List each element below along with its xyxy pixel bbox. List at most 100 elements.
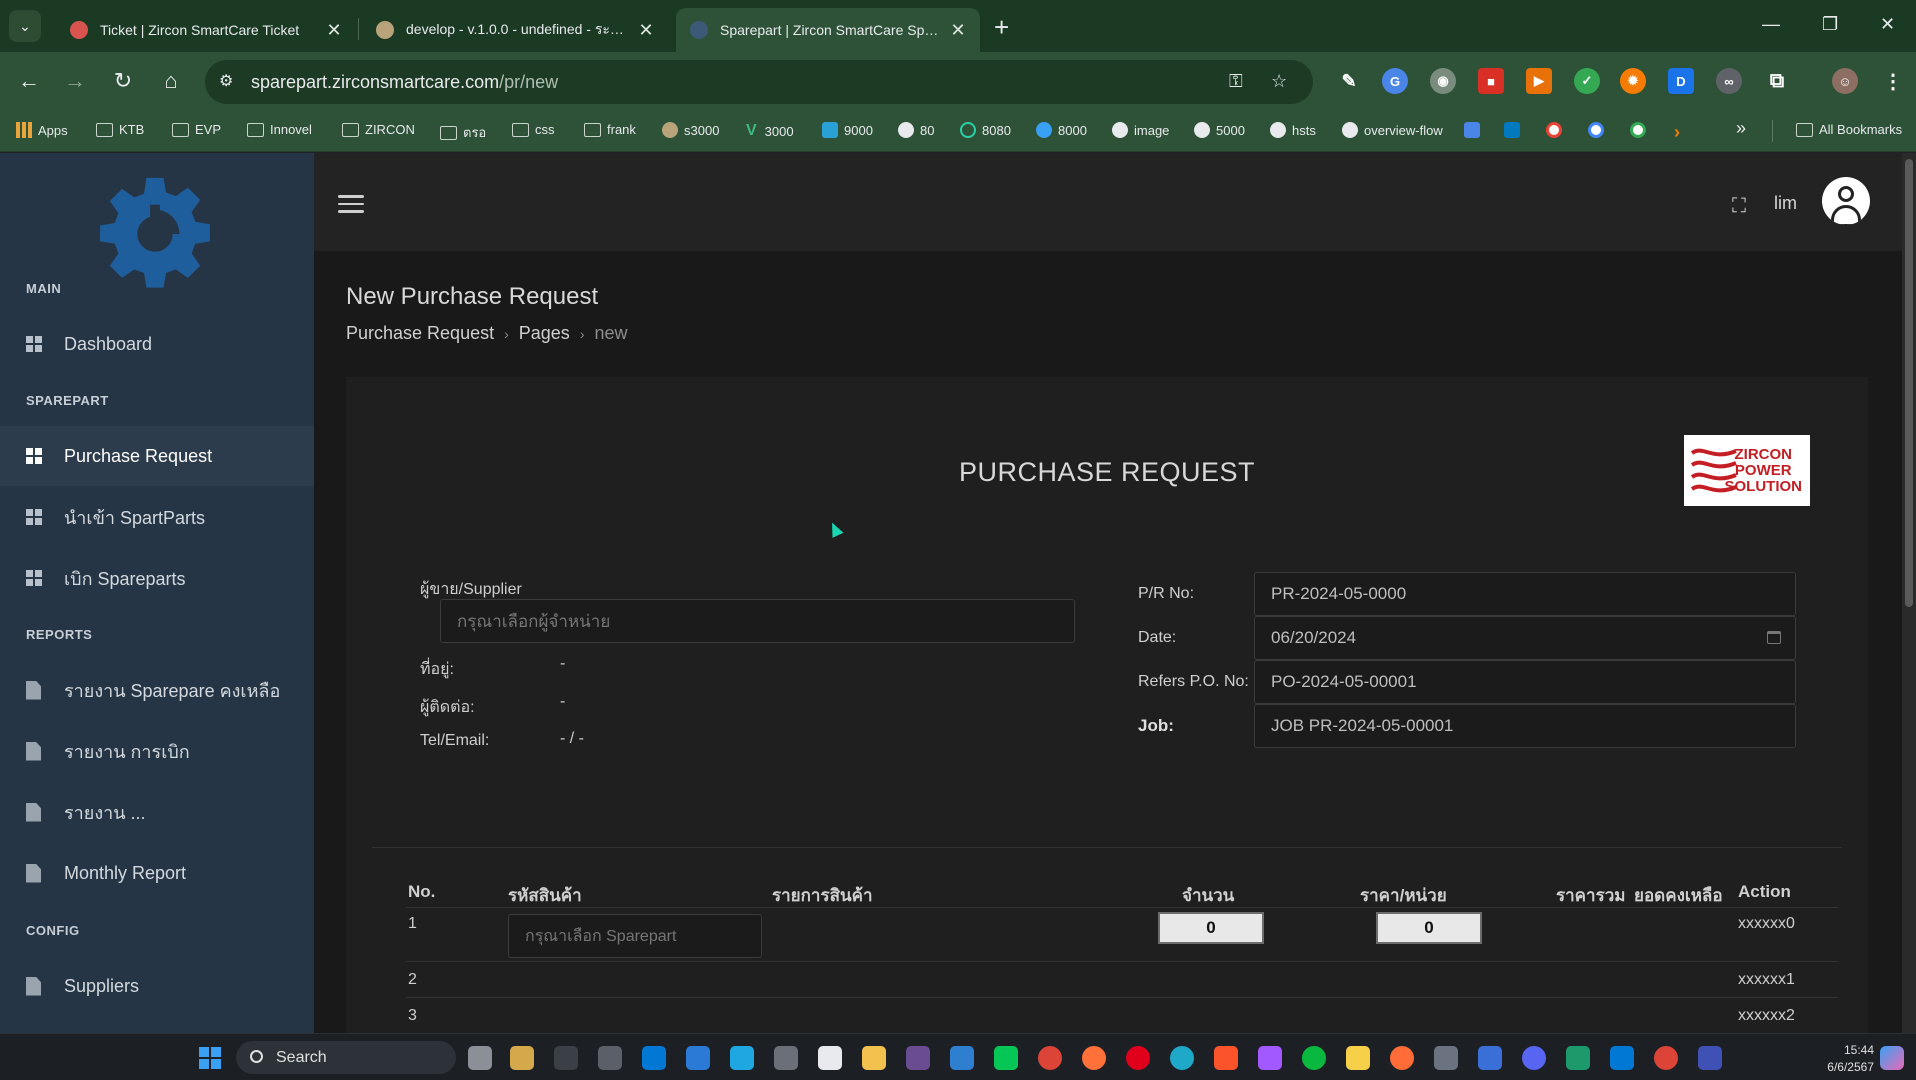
row-action[interactable]: xxxxxx0	[1738, 915, 1795, 933]
shield-extension-icon[interactable]: ✓	[1574, 68, 1600, 94]
bookmark-folder[interactable]: ZIRCON	[342, 122, 415, 137]
new-tab-button[interactable]: +	[994, 12, 1009, 43]
bookmark-site[interactable]: 80	[898, 122, 934, 138]
app-icon[interactable]	[686, 1046, 710, 1070]
profile-avatar-icon[interactable]: ☺	[1832, 68, 1858, 94]
close-tab-icon[interactable]: ✕	[638, 20, 654, 41]
pen-extension-icon[interactable]: ✎	[1336, 68, 1362, 94]
system-clock[interactable]: 15:44 6/6/2567	[1818, 1042, 1874, 1076]
minimize-icon[interactable]: —	[1762, 14, 1780, 35]
app-icon[interactable]	[1346, 1046, 1370, 1070]
camera-extension-icon[interactable]: ◉	[1430, 68, 1456, 94]
browser-menu-icon[interactable]: ⋮	[1880, 68, 1906, 94]
bookmark-site[interactable]: hsts	[1270, 122, 1316, 138]
copilot-icon[interactable]	[1880, 1046, 1904, 1070]
scrollbar-thumb[interactable]	[1905, 159, 1913, 607]
bookmark-folder[interactable]: KTB	[96, 122, 144, 137]
bookmark-google[interactable]	[1630, 122, 1652, 138]
bookmark-star-icon[interactable]: ☆	[1271, 71, 1287, 92]
bookmark-site[interactable]: 9000	[822, 122, 873, 138]
back-icon[interactable]: ←	[14, 68, 44, 94]
bookmark-google[interactable]	[1546, 122, 1568, 138]
password-key-icon[interactable]: ⚿	[1229, 71, 1243, 92]
pr-no-field[interactable]: PR-2024-05-0000	[1254, 572, 1796, 616]
vscode-insiders-icon[interactable]	[1566, 1046, 1590, 1070]
widgets-icon[interactable]	[510, 1046, 534, 1070]
task-view-icon[interactable]	[468, 1046, 492, 1070]
date-field[interactable]: 06/20/2024	[1254, 616, 1796, 660]
more-bookmarks-icon[interactable]: »	[1736, 118, 1746, 139]
bookmark-folder[interactable]: ตรอ	[440, 122, 486, 143]
app-icon[interactable]	[730, 1046, 754, 1070]
app-icon[interactable]	[598, 1046, 622, 1070]
sidebar-item-import-spareparts[interactable]: นำเข้า SpartParts	[0, 487, 314, 547]
translate-extension-icon[interactable]: G	[1382, 68, 1408, 94]
edge-icon[interactable]	[1170, 1046, 1194, 1070]
close-tab-icon[interactable]: ✕	[950, 20, 966, 41]
page-scrollbar[interactable]	[1902, 153, 1916, 1033]
extensions-puzzle-icon[interactable]: ⧉	[1764, 68, 1790, 94]
tab-develop[interactable]: develop - v.1.0.0 - undefined - ระบบบัญช…	[362, 8, 668, 52]
bookmark-translate[interactable]	[1464, 122, 1486, 138]
orange-extension-icon[interactable]: ▶	[1526, 68, 1552, 94]
vscode-icon[interactable]	[1610, 1046, 1634, 1070]
tab-search-button[interactable]: ⌄	[9, 10, 41, 42]
firefox-icon[interactable]	[1082, 1046, 1106, 1070]
bookmark-trello[interactable]	[1504, 122, 1526, 138]
chrome-icon[interactable]	[1654, 1046, 1678, 1070]
app-icon[interactable]	[1698, 1046, 1722, 1070]
bookmark-folder[interactable]: EVP	[172, 122, 221, 137]
chrome-icon[interactable]	[1038, 1046, 1062, 1070]
bookmark-site[interactable]: s3000	[662, 122, 719, 138]
file-explorer-icon[interactable]	[862, 1046, 886, 1070]
app-icon[interactable]	[1434, 1046, 1458, 1070]
sidebar-item-suppliers[interactable]: Suppliers	[0, 956, 314, 1016]
sidebar-item-purchase-request[interactable]: Purchase Request	[0, 426, 314, 486]
calendar-icon[interactable]	[1767, 631, 1781, 644]
app-icon[interactable]	[774, 1046, 798, 1070]
window-close-icon[interactable]: ✕	[1880, 14, 1895, 35]
glasses-extension-icon[interactable]: ∞	[1716, 68, 1742, 94]
sidebar-item-report-withdraw[interactable]: รายงาน การเบิก	[0, 721, 314, 781]
supplier-select[interactable]: กรุณาเลือกผู้จำหน่าย	[440, 599, 1075, 643]
windows-start-icon[interactable]	[199, 1047, 221, 1069]
id-extension-icon[interactable]: D	[1668, 68, 1694, 94]
bookmark-folder[interactable]: frank	[584, 122, 636, 137]
hamburger-menu-icon[interactable]	[338, 195, 364, 218]
bookmark-apps[interactable]: Apps	[16, 122, 68, 138]
price-input[interactable]: 0	[1376, 912, 1482, 944]
breadcrumb-pages[interactable]: Pages	[519, 323, 570, 344]
all-bookmarks[interactable]: All Bookmarks	[1796, 122, 1902, 137]
bookmark-folder[interactable]: css	[512, 122, 555, 137]
bookmark-folder[interactable]: Innovel	[247, 122, 312, 137]
username[interactable]: lim	[1774, 193, 1797, 214]
url-text[interactable]: sparepart.zirconsmartcare.com/pr/new	[251, 72, 558, 93]
home-icon[interactable]: ⌂	[156, 68, 186, 94]
red-extension-icon[interactable]: ■	[1478, 68, 1504, 94]
brave-icon[interactable]	[1214, 1046, 1238, 1070]
bookmark-arrow[interactable]: ›	[1674, 122, 1680, 143]
postman-icon[interactable]	[1390, 1046, 1414, 1070]
chart-app-icon[interactable]	[818, 1046, 842, 1070]
bookmark-site[interactable]: V 3000	[746, 122, 794, 140]
row-action[interactable]: xxxxxx1	[1738, 971, 1795, 989]
sidebar-item-report-balance[interactable]: รายงาน Sparepare คงเหลือ	[0, 660, 314, 720]
tab-sparepart[interactable]: Sparepart | Zircon SmartCare Sparepart ✕	[676, 8, 980, 52]
taskbar-search[interactable]: Search	[236, 1041, 456, 1074]
fullscreen-icon[interactable]: ⛶	[1732, 195, 1746, 218]
job-field[interactable]: JOB PR-2024-05-00001	[1254, 704, 1796, 748]
vscode-icon[interactable]	[642, 1046, 666, 1070]
bookmark-site[interactable]: overview-flow	[1342, 122, 1443, 138]
bookmark-google[interactable]	[1588, 122, 1610, 138]
bookmark-site[interactable]: 8080	[960, 122, 1011, 138]
bookmark-site[interactable]: 8000	[1036, 122, 1087, 138]
app-icon[interactable]	[554, 1046, 578, 1070]
app-icon[interactable]	[950, 1046, 974, 1070]
row-action[interactable]: xxxxxx2	[1738, 1007, 1795, 1025]
app-icon[interactable]	[906, 1046, 930, 1070]
discord-icon[interactable]	[1522, 1046, 1546, 1070]
po-no-field[interactable]: PO-2024-05-00001	[1254, 660, 1796, 704]
sidebar-item-withdraw-spareparts[interactable]: เบิก Spareparts	[0, 548, 314, 608]
sidebar-item-dashboard[interactable]: Dashboard	[0, 314, 314, 374]
address-bar[interactable]: ⚙ sparepart.zirconsmartcare.com/pr/new ⚿…	[205, 60, 1313, 104]
